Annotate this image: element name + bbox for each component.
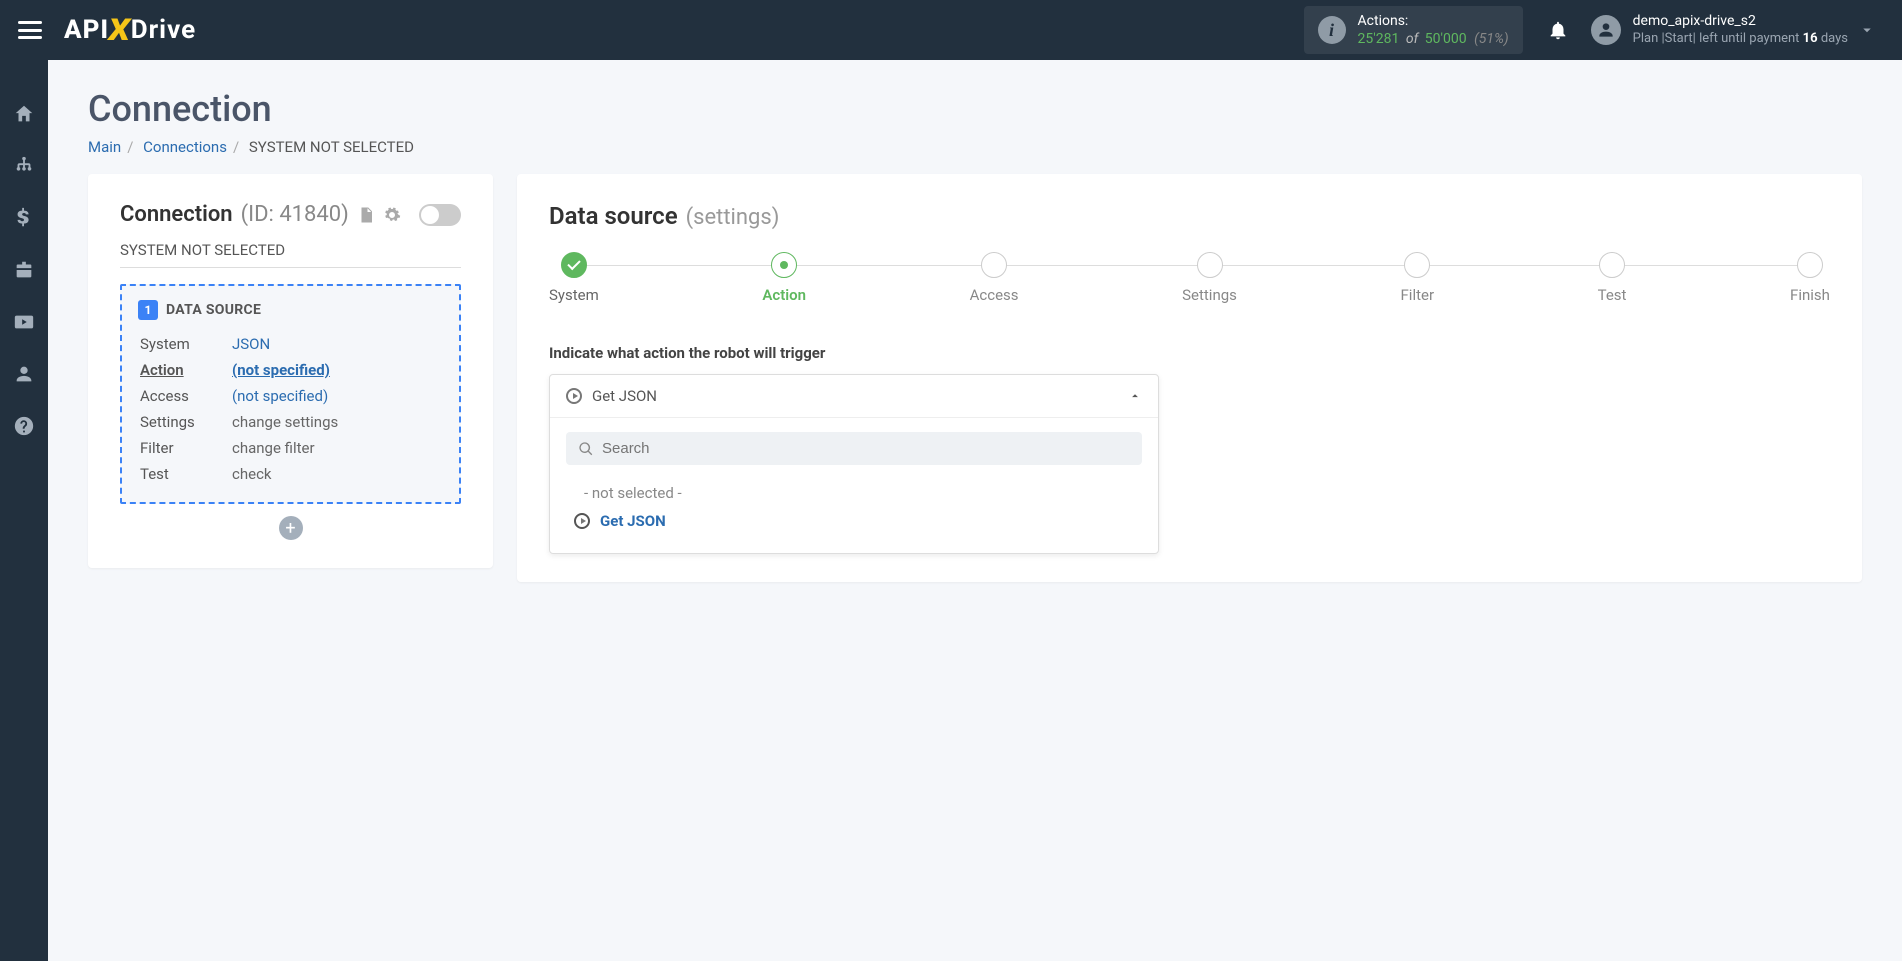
sidebar (0, 60, 48, 961)
play-icon (566, 388, 582, 404)
sidebar-help[interactable] (12, 414, 36, 438)
system-not-selected: SYSTEM NOT SELECTED (120, 241, 461, 268)
row-action-label: Action (140, 358, 230, 382)
sidebar-video[interactable] (12, 310, 36, 334)
box-title: DATA SOURCE (166, 302, 261, 318)
info-icon: i (1318, 16, 1346, 44)
menu-toggle-button[interactable] (18, 21, 42, 39)
stepper: System Action Access Settings Filter Tes… (549, 252, 1830, 304)
sidebar-account[interactable] (12, 362, 36, 386)
actions-total: 50'000 (1425, 31, 1467, 47)
sidebar-billing[interactable] (12, 206, 36, 230)
row-test-label: Test (140, 462, 230, 486)
actions-label: Actions: (1358, 12, 1509, 30)
bell-icon[interactable] (1547, 19, 1569, 41)
connection-card: Connection (ID: 41840) SYSTEM NOT SELECT… (88, 174, 493, 568)
dropdown-search[interactable] (566, 432, 1142, 465)
breadcrumb-current: SYSTEM NOT SELECTED (249, 138, 414, 156)
row-settings-value[interactable]: change settings (232, 410, 441, 434)
action-dropdown: Get JSON - not selected - Get JSON (549, 374, 1159, 554)
connection-id: (ID: 41840) (241, 202, 349, 227)
settings-card: Data source (settings) System Action Acc… (517, 174, 1862, 582)
document-icon[interactable] (357, 206, 375, 224)
row-test-value[interactable]: check (232, 462, 441, 486)
row-action-value[interactable]: (not specified) (232, 358, 441, 382)
step-action[interactable]: Action (762, 252, 806, 304)
breadcrumb-main[interactable]: Main (88, 138, 121, 156)
box-number: 1 (138, 300, 158, 320)
user-menu[interactable]: demo_apix-drive_s2 Plan |Start| left unt… (1591, 12, 1858, 47)
actions-pct: (51%) (1470, 31, 1509, 47)
chevron-down-icon[interactable] (1858, 21, 1876, 39)
row-filter-value[interactable]: change filter (232, 436, 441, 460)
logo[interactable]: APIXDrive (64, 13, 196, 48)
sidebar-home[interactable] (12, 102, 36, 126)
actions-of: of (1403, 31, 1421, 47)
actions-counter[interactable]: i Actions: 25'281 of 50'000 (51%) (1304, 6, 1523, 54)
step-system[interactable]: System (549, 252, 599, 304)
step-settings[interactable]: Settings (1182, 252, 1237, 304)
row-system-value[interactable]: JSON (232, 332, 441, 356)
gear-icon[interactable] (383, 206, 401, 224)
breadcrumb-connections[interactable]: Connections (143, 138, 227, 156)
row-access-label: Access (140, 384, 230, 408)
row-access-value[interactable]: (not specified) (232, 384, 441, 408)
row-system-label: System (140, 332, 230, 356)
connection-title: Connection (120, 202, 233, 227)
data-source-box[interactable]: 1 DATA SOURCE SystemJSON Action(not spec… (120, 284, 461, 504)
avatar-icon (1591, 15, 1621, 45)
dropdown-toggle[interactable]: Get JSON (550, 375, 1158, 418)
step-finish[interactable]: Finish (1790, 252, 1830, 304)
plan-info: Plan |Start| left until payment 16 days (1633, 31, 1848, 48)
option-not-selected[interactable]: - not selected - (566, 479, 1142, 507)
step-access[interactable]: Access (970, 252, 1019, 304)
dropdown-selected-text: Get JSON (592, 387, 1118, 405)
step-test[interactable]: Test (1598, 252, 1627, 304)
connection-toggle[interactable] (419, 204, 461, 226)
option-get-json[interactable]: Get JSON (566, 507, 1142, 535)
chevron-up-icon (1128, 389, 1142, 403)
sidebar-connections[interactable] (12, 154, 36, 178)
search-icon (578, 441, 594, 457)
actions-used: 25'281 (1358, 31, 1400, 47)
play-icon (574, 513, 590, 529)
username: demo_apix-drive_s2 (1633, 12, 1848, 30)
action-field-label: Indicate what action the robot will trig… (549, 344, 1830, 362)
step-filter[interactable]: Filter (1401, 252, 1435, 304)
settings-title: Data source (549, 202, 678, 230)
add-button[interactable]: + (279, 516, 303, 540)
header: APIXDrive i Actions: 25'281 of 50'000 (5… (0, 0, 1902, 60)
row-filter-label: Filter (140, 436, 230, 460)
breadcrumb: Main/ Connections/ SYSTEM NOT SELECTED (88, 138, 1862, 156)
settings-subtitle: (settings) (686, 205, 780, 230)
search-input[interactable] (602, 440, 1130, 457)
page-title: Connection (88, 88, 1862, 130)
sidebar-tools[interactable] (12, 258, 36, 282)
row-settings-label: Settings (140, 410, 230, 434)
